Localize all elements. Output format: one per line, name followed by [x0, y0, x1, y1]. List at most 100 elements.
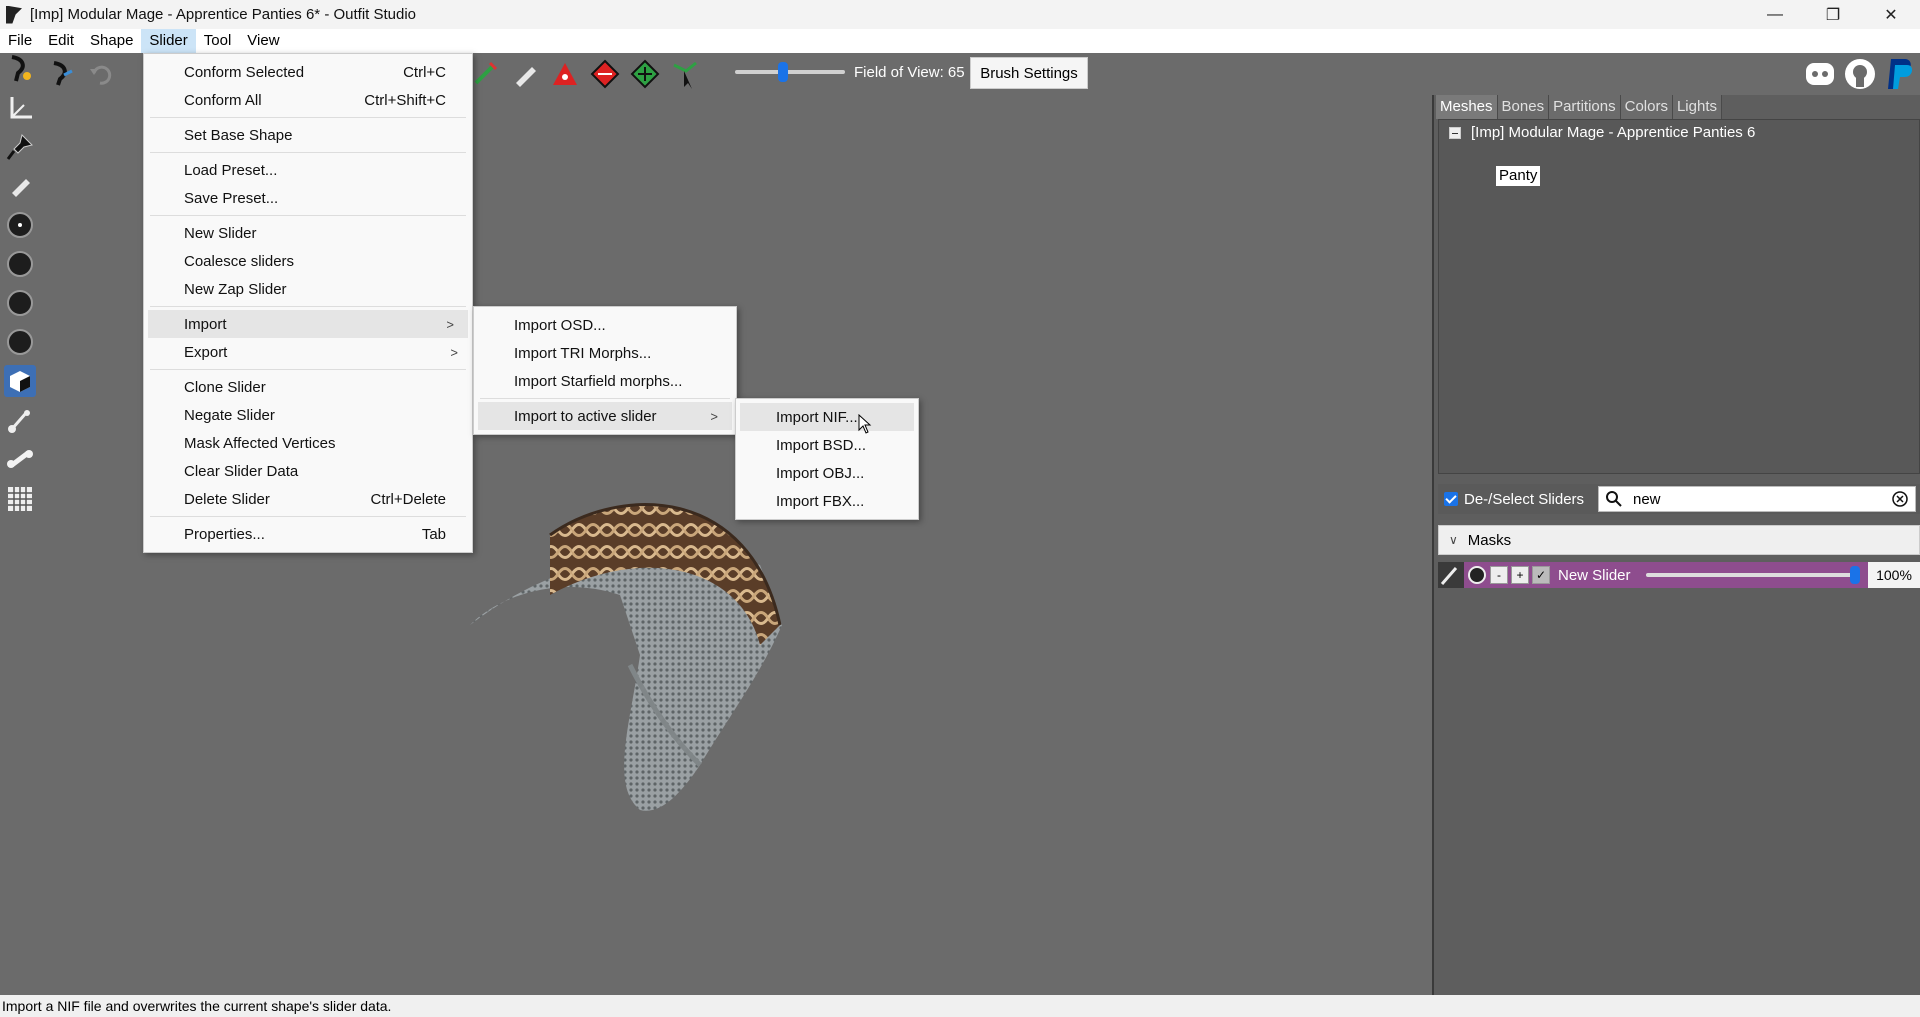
menu-separator — [150, 117, 466, 118]
cube-tool-icon[interactable] — [4, 365, 36, 397]
slider-minus-button[interactable]: - — [1490, 566, 1508, 584]
menu-file[interactable]: File — [0, 29, 40, 53]
paypal-icon[interactable] — [1880, 54, 1920, 94]
bone-edit-icon[interactable] — [4, 405, 36, 437]
menu-import-starfield-morphs[interactable]: Import Starfield morphs... — [474, 367, 736, 395]
clear-search-icon[interactable] — [1891, 490, 1909, 508]
menu-import-obj[interactable]: Import OBJ... — [736, 459, 918, 487]
toolbar-right-icons — [1800, 54, 1920, 94]
menu-tool[interactable]: Tool — [196, 29, 240, 53]
scale-brush-icon[interactable] — [590, 59, 620, 89]
mesh-model-panty — [470, 503, 782, 811]
fov-slider-track[interactable] — [735, 70, 845, 74]
transform-pointer-icon[interactable] — [670, 59, 700, 89]
menu-new-zap-slider[interactable]: New Zap Slider — [144, 275, 472, 303]
menu-load-preset[interactable]: Load Preset... — [144, 156, 472, 184]
menu-view[interactable]: View — [239, 29, 287, 53]
discord-icon[interactable] — [1800, 54, 1840, 94]
brush-size-medium-icon[interactable] — [4, 248, 36, 280]
menu-delete-slider[interactable]: Delete Slider Ctrl+Delete — [144, 485, 472, 513]
chevron-right-icon: > — [710, 408, 718, 424]
chevron-right-icon: > — [446, 316, 454, 332]
menu-shape[interactable]: Shape — [82, 29, 141, 53]
bone-icon[interactable] — [4, 443, 36, 475]
menu-mask-affected-vertices[interactable]: Mask Affected Vertices — [144, 429, 472, 457]
restore-button[interactable]: ❐ — [1804, 0, 1862, 29]
slider-menu: Conform Selected Ctrl+C Conform All Ctrl+S… — [143, 53, 473, 553]
left-tool-panel — [0, 53, 40, 533]
mouse-cursor-icon — [858, 414, 872, 434]
slider-track[interactable] — [1646, 573, 1854, 577]
menu-import-nif[interactable]: Import NIF... — [740, 403, 914, 431]
menu-import-to-active-slider[interactable]: Import to active slider > — [478, 402, 732, 430]
menu-bar: File Edit Shape Slider Tool View — [0, 29, 1920, 53]
rotate-brush-icon[interactable] — [630, 59, 660, 89]
brush-settings-button[interactable]: Brush Settings — [970, 57, 1088, 89]
menu-import-tri-morphs[interactable]: Import TRI Morphs... — [474, 339, 736, 367]
slider-search-input[interactable] — [1633, 490, 1883, 508]
menu-conform-selected[interactable]: Conform Selected Ctrl+C — [144, 58, 472, 86]
move-brush-icon[interactable] — [550, 59, 580, 89]
close-button[interactable]: ✕ — [1862, 0, 1920, 29]
slider-name: New Slider — [1558, 566, 1631, 584]
tab-meshes[interactable]: Meshes — [1436, 95, 1498, 119]
brush-tool-icon[interactable] — [4, 53, 36, 85]
fov-slider-thumb[interactable] — [778, 62, 788, 82]
menu-clone-slider[interactable]: Clone Slider — [144, 373, 472, 401]
axis-tool-icon[interactable] — [4, 93, 36, 125]
slider-thumb[interactable] — [1850, 566, 1860, 584]
grid-icon[interactable] — [4, 483, 36, 515]
panel-tabs: Meshes Bones Partitions Colors Lights — [1436, 95, 1722, 119]
menu-import-fbx[interactable]: Import FBX... — [736, 487, 918, 515]
collapse-icon[interactable] — [1449, 126, 1461, 139]
menu-conform-all[interactable]: Conform All Ctrl+Shift+C — [144, 86, 472, 114]
slider-checkbox[interactable]: ✓ — [1532, 566, 1550, 584]
menu-separator — [150, 152, 466, 153]
menu-new-slider[interactable]: New Slider — [144, 219, 472, 247]
window-title: [Imp] Modular Mage - Apprentice Panties … — [30, 6, 417, 23]
menu-clear-slider-data[interactable]: Clear Slider Data — [144, 457, 472, 485]
menu-negate-slider[interactable]: Negate Slider — [144, 401, 472, 429]
pen-brush-icon[interactable] — [510, 59, 540, 89]
deflate-brush-icon[interactable] — [470, 59, 500, 89]
masks-section[interactable]: ∨ Masks — [1438, 525, 1920, 555]
menu-save-preset[interactable]: Save Preset... — [144, 184, 472, 212]
title-bar: [Imp] Modular Mage - Apprentice Panties … — [0, 0, 1920, 29]
menu-import[interactable]: Import > — [148, 310, 468, 338]
menu-edit[interactable]: Edit — [40, 29, 82, 53]
tab-bones[interactable]: Bones — [1497, 95, 1550, 119]
slider-plus-button[interactable]: + — [1511, 566, 1529, 584]
menu-export[interactable]: Export > — [144, 338, 472, 366]
tree-item-panty[interactable]: Panty — [1496, 166, 1541, 186]
github-icon[interactable] — [1840, 54, 1880, 94]
tab-colors[interactable]: Colors — [1620, 95, 1673, 119]
masks-label: Masks — [1467, 531, 1512, 549]
brush-size-small-icon[interactable] — [4, 209, 36, 241]
menu-import-bsd[interactable]: Import BSD... — [736, 431, 918, 459]
menu-properties[interactable]: Properties... Tab — [144, 520, 472, 548]
brush-strength-icon[interactable] — [4, 326, 36, 358]
fov-label: Field of View: 65 — [854, 64, 965, 81]
slider-edit-icon[interactable] — [1438, 562, 1464, 588]
menu-coalesce-sliders[interactable]: Coalesce sliders — [144, 247, 472, 275]
pin-tool-icon[interactable] — [4, 131, 36, 163]
pencil-tool-icon[interactable] — [4, 169, 36, 201]
import-submenu: Import OSD... Import TRI Morphs... Impor… — [473, 306, 737, 435]
mask-brush-icon[interactable] — [46, 59, 76, 89]
menu-set-base-shape[interactable]: Set Base Shape — [144, 121, 472, 149]
undo-icon[interactable] — [86, 59, 116, 89]
tab-partitions[interactable]: Partitions — [1549, 95, 1621, 119]
slider-filter-bar: De-/Select Sliders — [1438, 484, 1920, 514]
brush-falloff-icon[interactable] — [4, 287, 36, 319]
deselect-sliders-checkbox[interactable] — [1444, 492, 1458, 506]
chevron-down-icon: ∨ — [1449, 533, 1458, 547]
slider-value[interactable]: 100% — [1868, 562, 1920, 588]
tab-lights[interactable]: Lights — [1672, 95, 1722, 119]
tree-root-item[interactable]: [Imp] Modular Mage - Apprentice Panties … — [1449, 124, 1755, 141]
menu-slider[interactable]: Slider — [141, 29, 196, 53]
slider-visibility-icon[interactable] — [1467, 565, 1487, 585]
minimize-button[interactable]: — — [1746, 0, 1804, 29]
menu-import-osd[interactable]: Import OSD... — [474, 311, 736, 339]
window-controls: — ❐ ✕ — [1746, 0, 1920, 29]
slider-row-new-slider: - + ✓ New Slider 100% — [1438, 562, 1920, 588]
